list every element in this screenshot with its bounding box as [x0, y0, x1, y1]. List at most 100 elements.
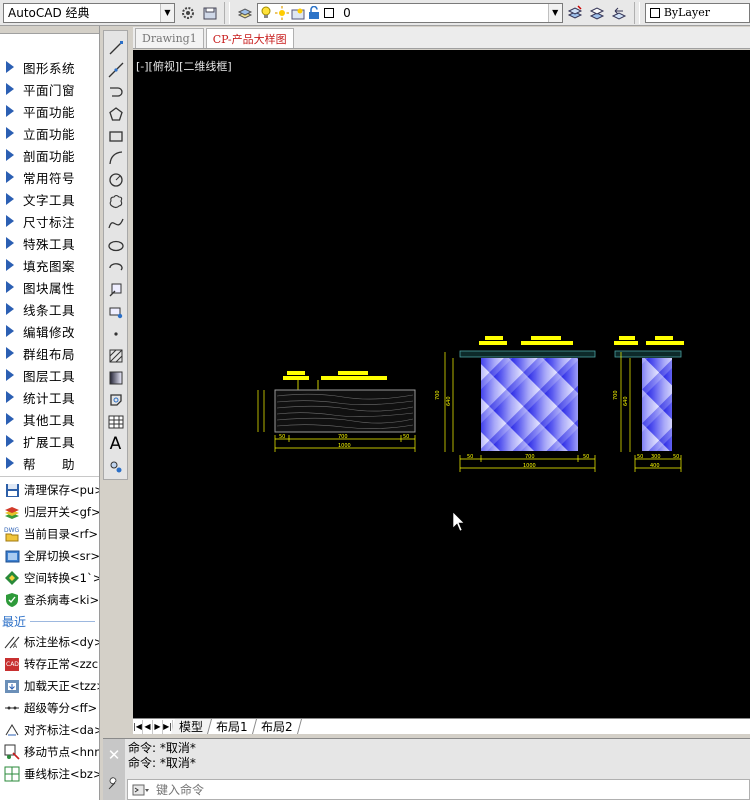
doc-tab-cp-detail[interactable]: CP-产品大样图 — [205, 28, 294, 48]
save-normal-icon: CAD — [3, 656, 21, 672]
recent-command[interactable]: 对齐标注<da> — [0, 719, 99, 741]
region-tool-icon[interactable] — [106, 389, 126, 411]
palette-menu-item[interactable]: 编辑修改 — [0, 320, 99, 342]
arc-tool-icon[interactable] — [106, 147, 126, 169]
expand-arrow-icon — [6, 105, 14, 117]
tab-layout2[interactable]: 布局2 — [252, 719, 302, 734]
drawing-canvas[interactable]: [-][俯视][二维线框] 50 700 50 1000 50 700 50 1… — [133, 50, 750, 718]
menu-item-label: 立面功能 — [23, 126, 76, 142]
recent-command[interactable]: CAD 转存正常<zzc> — [0, 653, 99, 675]
gear-icon[interactable] — [178, 3, 197, 23]
spline-tool-icon[interactable] — [106, 213, 126, 235]
palette-menu-item[interactable]: 群组布局 — [0, 342, 99, 364]
palette-menu-item[interactable]: 尺寸标注 — [0, 210, 99, 232]
svg-text:50: 50 — [403, 434, 409, 440]
workspace-dropdown[interactable]: AutoCAD 经典 ▼ — [3, 2, 175, 23]
palette-menu-item[interactable]: 图层工具 — [0, 364, 99, 386]
multiline-text-icon[interactable]: A — [106, 433, 126, 455]
unlock-icon[interactable] — [306, 3, 322, 23]
layer-value: 0 — [343, 5, 351, 20]
construction-line-icon[interactable] — [106, 59, 126, 81]
circle-tool-icon[interactable] — [106, 169, 126, 191]
first-tab-icon[interactable]: |◀ — [133, 719, 143, 734]
palette-menu-item[interactable]: 统计工具 — [0, 386, 99, 408]
menu-item-label: 图块属性 — [23, 280, 76, 296]
palette-command[interactable]: 空间转换<1`> — [0, 567, 99, 589]
revision-cloud-icon[interactable] — [106, 191, 126, 213]
palette-command-label: 归层开关<gf> — [24, 505, 99, 519]
rectangle-tool-icon[interactable] — [106, 125, 126, 147]
viewport-freeze-icon[interactable] — [290, 3, 306, 23]
close-icon[interactable]: ✕ — [108, 746, 121, 764]
command-line-side: ✕ — [103, 739, 125, 800]
menu-list: 图形系统平面门窗平面功能立面功能剖面功能 常用符号 文字工具 尺寸标注 特殊工具 填充图案… — [0, 56, 99, 474]
recent-command[interactable]: 移动节点<hnn> — [0, 741, 99, 763]
workspace-save-icon[interactable] — [200, 3, 219, 23]
expand-arrow-icon — [6, 193, 14, 205]
doc-tab-drawing1[interactable]: Drawing1 — [135, 28, 204, 48]
make-current-layer-icon[interactable] — [566, 3, 585, 23]
palette-command[interactable]: 全屏切换<sr> — [0, 545, 99, 567]
sun-icon[interactable] — [274, 3, 290, 23]
palette-menu-item[interactable]: 其他工具 — [0, 408, 99, 430]
palette-menu-item[interactable]: 扩展工具 — [0, 430, 99, 452]
line-tool-icon[interactable] — [106, 37, 126, 59]
palette-command[interactable]: DWG 当前目录<rf> — [0, 523, 99, 545]
floppy-icon — [3, 482, 21, 498]
recent-command-label: 转存正常<zzc> — [24, 657, 99, 671]
command-input[interactable] — [156, 782, 706, 797]
palette-command[interactable]: 清理保存<pu> — [0, 479, 99, 501]
palette-menu-item[interactable]: 文字工具 — [0, 188, 99, 210]
layer-manager-icon[interactable] — [235, 3, 254, 23]
chevron-down-icon: ▼ — [159, 3, 174, 22]
fullscreen-icon — [3, 548, 21, 564]
prev-tab-icon[interactable]: ◀ — [143, 719, 153, 734]
svg-text:50: 50 — [279, 434, 285, 440]
detail-drawing-3[interactable]: 50 300 50 400 700 640 — [613, 336, 684, 472]
tab-model[interactable]: 模型 — [170, 719, 213, 734]
menu-item-label: 平面门窗 — [23, 82, 76, 98]
palette-menu-item[interactable]: 图块属性 — [0, 276, 99, 298]
palette-menu-item[interactable]: 剖面功能 — [0, 144, 99, 166]
command-input-box[interactable] — [127, 779, 750, 800]
palette-menu-item[interactable]: 立面功能 — [0, 122, 99, 144]
wrench-icon[interactable] — [107, 777, 121, 794]
lightbulb-icon[interactable] — [258, 3, 274, 23]
point-tool-icon[interactable] — [106, 323, 126, 345]
add-selected-icon[interactable] — [106, 455, 126, 477]
palette-menu-item[interactable]: 线条工具 — [0, 298, 99, 320]
layer-match-icon[interactable] — [588, 3, 607, 23]
polygon-tool-icon[interactable] — [106, 103, 126, 125]
layer-dropdown[interactable]: 0 ▼ — [257, 2, 563, 23]
palette-command[interactable]: 归层开关<gf> — [0, 501, 99, 523]
palette-menu-item[interactable]: 帮 助 — [0, 452, 99, 474]
palette-menu-item[interactable]: 平面功能 — [0, 100, 99, 122]
palette-menu-item[interactable]: 填充图案 — [0, 254, 99, 276]
ellipse-arc-icon[interactable] — [106, 257, 126, 279]
layer-previous-icon[interactable] — [610, 3, 629, 23]
recent-command[interactable]: A 标注坐标<dy> — [0, 631, 99, 653]
gradient-tool-icon[interactable] — [106, 367, 126, 389]
palette-grip[interactable] — [0, 26, 99, 34]
next-tab-icon[interactable]: ▶ — [153, 719, 163, 734]
palette-menu-item[interactable]: 常用符号 — [0, 166, 99, 188]
color-dropdown[interactable]: ByLayer — [644, 2, 750, 23]
recent-command[interactable]: 垂线标注<bz> — [0, 763, 99, 785]
palette-menu-item[interactable]: 特殊工具 — [0, 232, 99, 254]
recent-command[interactable]: 超级等分<ff> — [0, 697, 99, 719]
table-tool-icon[interactable] — [106, 411, 126, 433]
recent-command[interactable]: 加载天正<tzz> — [0, 675, 99, 697]
palette-menu-item[interactable]: 平面门窗 — [0, 78, 99, 100]
recent-command-label: 加载天正<tzz> — [24, 679, 99, 693]
palette-command[interactable]: 查杀病毒<ki> — [0, 589, 99, 611]
command-prompt-icon[interactable] — [132, 783, 150, 797]
insert-block-icon[interactable] — [106, 279, 126, 301]
ellipse-tool-icon[interactable] — [106, 235, 126, 257]
hatch-tool-icon[interactable] — [106, 345, 126, 367]
detail-drawing-2[interactable]: 50 700 50 1000 700 640 — [435, 336, 596, 472]
palette-menu-item[interactable]: 图形系统 — [0, 56, 99, 78]
tab-layout1[interactable]: 布局1 — [208, 719, 257, 734]
polyline-tool-icon[interactable] — [106, 81, 126, 103]
detail-drawing-1[interactable]: 50 700 50 1000 — [257, 371, 416, 452]
make-block-icon[interactable] — [106, 301, 126, 323]
